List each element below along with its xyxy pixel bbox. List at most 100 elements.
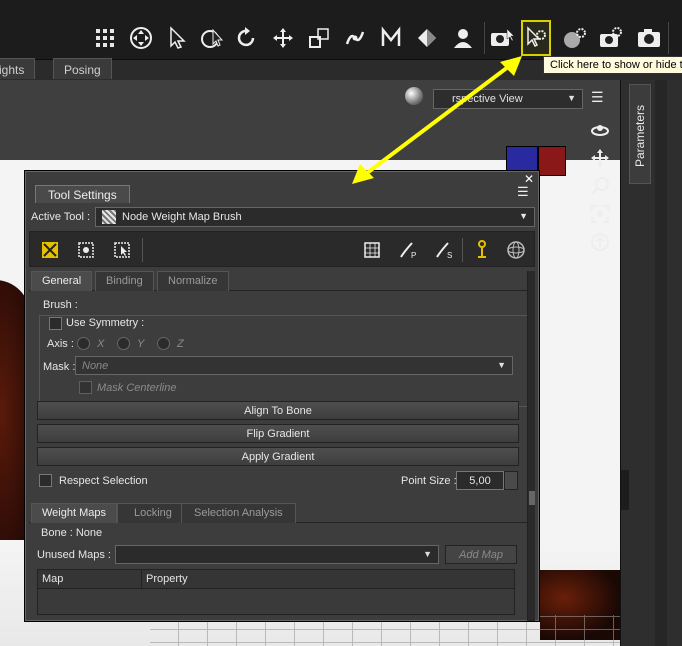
dock-scrollbar[interactable] (655, 80, 667, 646)
tab-label: Binding (106, 275, 143, 287)
dock-splitter[interactable] (621, 470, 629, 510)
render-settings-icon[interactable] (596, 20, 626, 56)
point-size-stepper[interactable] (504, 471, 518, 490)
tab-weight-maps[interactable]: Weight Maps (31, 503, 117, 523)
viewport-nav-tools (588, 116, 612, 256)
select-vertices-icon[interactable] (74, 238, 98, 262)
tool-settings-icon[interactable] (521, 20, 551, 56)
tooltip: Click here to show or hide t (543, 56, 682, 74)
apply-gradient-button[interactable]: Apply Gradient (37, 447, 519, 466)
tab-tool-settings[interactable]: Tool Settings (35, 185, 130, 203)
chevron-down-icon: ▼ (567, 93, 576, 103)
active-tool-row: Active Tool : Node Weight Map Brush ▼ (29, 207, 535, 229)
grid-select-icon[interactable] (360, 238, 384, 262)
orbit-icon[interactable] (588, 116, 612, 144)
axis-y-radio[interactable] (117, 337, 130, 350)
axis-x-label: X (97, 338, 105, 350)
tab-binding[interactable]: Binding (95, 271, 154, 291)
column-header-property[interactable]: Property (142, 570, 516, 588)
camera-view-select[interactable]: rspective View ▼ (433, 89, 583, 109)
tab-lights[interactable]: ights (0, 58, 36, 79)
active-tool-select[interactable]: Node Weight Map Brush ▼ (95, 207, 535, 227)
grid-icon[interactable] (90, 20, 120, 56)
camera-icon[interactable] (634, 20, 664, 56)
brush-s-icon[interactable]: S (432, 238, 456, 262)
rotate-icon[interactable] (232, 20, 262, 56)
unused-maps-label: Unused Maps : (37, 549, 111, 561)
right-dock: Parameters (620, 80, 682, 646)
reset-view-icon[interactable] (588, 228, 612, 256)
point-size-field[interactable]: 5,00 (456, 471, 504, 490)
tab-locking[interactable]: Locking (117, 503, 189, 523)
point-size-value: 5,00 (469, 475, 491, 487)
morph-brush-icon[interactable] (376, 20, 406, 56)
weight-map-table (37, 589, 515, 615)
tab-posing[interactable]: Posing (53, 58, 112, 79)
brush-p-icon[interactable]: P (396, 238, 420, 262)
translate-icon[interactable] (268, 20, 298, 56)
tool-icon-bar: P S (29, 231, 535, 267)
tab-normalize[interactable]: Normalize (157, 271, 229, 291)
camera-pointer-icon[interactable] (487, 20, 517, 56)
weight-paint-icon[interactable] (38, 238, 62, 262)
add-map-button[interactable]: Add Map (445, 545, 517, 564)
weight-brush-icon (102, 210, 116, 224)
scrollbar-thumb[interactable] (529, 491, 535, 505)
weight-map-table-header: Map Property (37, 569, 515, 589)
respect-selection-label: Respect Selection (59, 475, 148, 487)
chevron-down-icon: ▼ (497, 360, 506, 370)
axis-z-radio[interactable] (157, 337, 170, 350)
tool-tabs: General Binding Normalize (29, 271, 529, 291)
zoom-icon[interactable] (588, 172, 612, 200)
mask-select[interactable]: None ▼ (75, 356, 513, 375)
icon-separator (462, 238, 463, 262)
mask-centerline-checkbox[interactable] (79, 381, 92, 394)
general-tab-body: Brush : Use Symmetry : Axis : X Y Z Mask… (29, 293, 529, 499)
column-header-map[interactable]: Map (38, 570, 142, 588)
view-cube-face (538, 146, 566, 176)
axis-y-label: Y (137, 338, 145, 350)
use-symmetry-checkbox[interactable] (49, 317, 62, 330)
chevron-down-icon: ▼ (423, 549, 432, 559)
bone-label: Bone : None (41, 527, 103, 539)
pane-title: Tool Settings (48, 188, 117, 202)
geometry-icon[interactable] (412, 20, 442, 56)
unused-maps-select[interactable]: ▼ (115, 545, 439, 564)
svg-text:P: P (411, 251, 416, 260)
mask-centerline-label: Mask Centerline (97, 382, 177, 394)
tab-label: Parameters (633, 104, 647, 167)
align-to-bone-button[interactable]: Align To Bone (37, 401, 519, 420)
figure-icon[interactable] (448, 20, 478, 56)
node-nav-icon[interactable] (126, 20, 156, 56)
frame-icon[interactable] (588, 200, 612, 228)
marquee-select-icon[interactable] (110, 238, 134, 262)
chevron-down-icon: ▼ (519, 211, 528, 221)
joint-editor-icon[interactable] (340, 20, 370, 56)
icon-separator (142, 238, 143, 262)
axis-label: Axis : (47, 338, 74, 350)
draw-style-icon[interactable] (405, 87, 423, 105)
scale-icon[interactable] (304, 20, 334, 56)
top-toolbar (0, 0, 682, 60)
tab-parameters[interactable]: Parameters (629, 84, 651, 184)
tab-selection-analysis[interactable]: Selection Analysis (181, 503, 296, 523)
respect-selection-checkbox[interactable] (39, 474, 52, 487)
pane-menu-icon[interactable]: ☰ (517, 185, 533, 201)
tab-label: General (42, 275, 82, 287)
sphere-select-icon[interactable] (504, 238, 528, 262)
viewport-menu-icon[interactable]: ☰ (591, 90, 607, 106)
tab-general[interactable]: General (31, 271, 93, 291)
tab-label: Posing (64, 63, 101, 77)
pane-scrollbar[interactable] (527, 271, 535, 621)
tab-label: Selection Analysis (194, 507, 283, 519)
bone-select-icon[interactable] (470, 238, 494, 262)
mask-value: None (82, 360, 109, 372)
flip-gradient-button[interactable]: Flip Gradient (37, 424, 519, 443)
brush-group-label: Brush : (43, 299, 78, 311)
universal-icon[interactable] (196, 20, 226, 56)
render-icon[interactable] (560, 20, 590, 56)
axis-x-radio[interactable] (77, 337, 90, 350)
pointer-icon[interactable] (162, 20, 192, 56)
pan-icon[interactable] (588, 144, 612, 172)
camera-view-label: rspective View (452, 93, 523, 105)
